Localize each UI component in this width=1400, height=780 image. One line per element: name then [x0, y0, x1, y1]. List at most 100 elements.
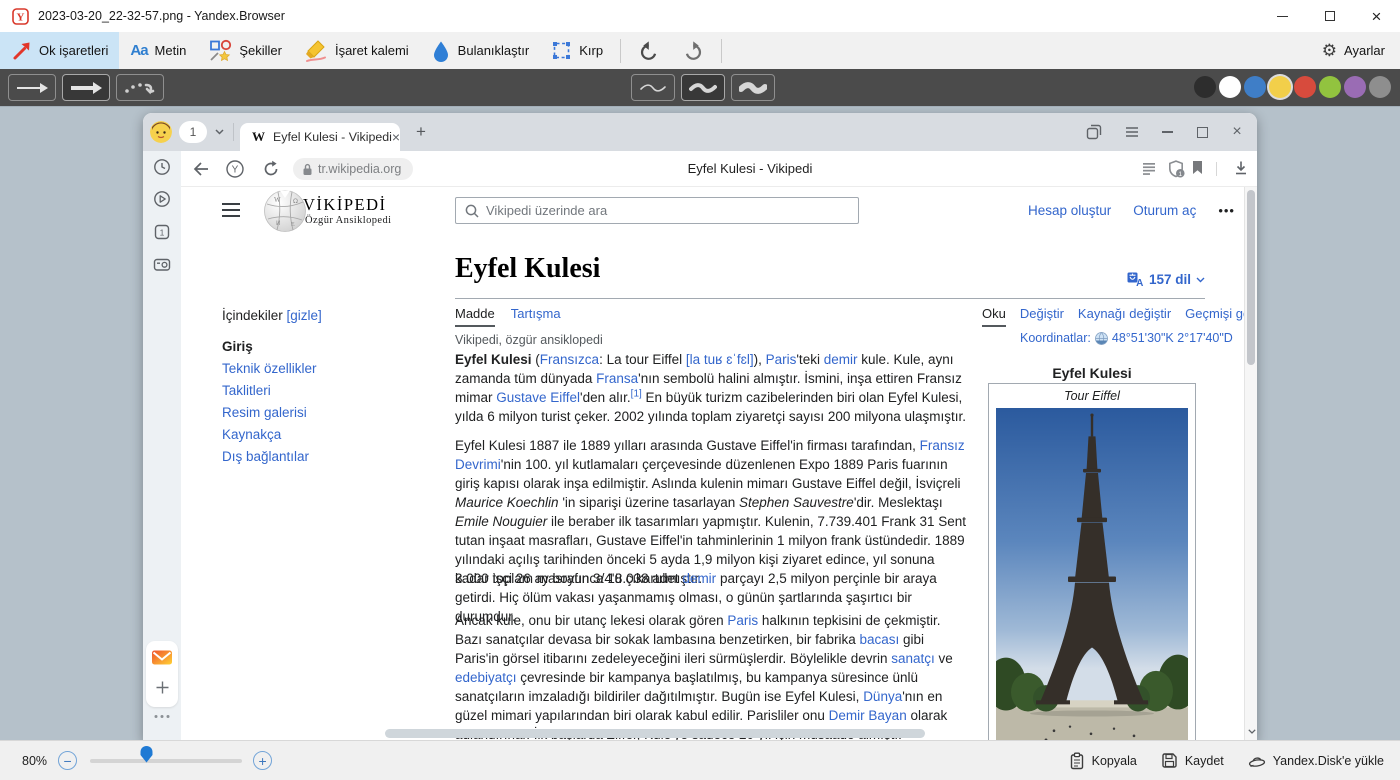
svg-text:Y: Y — [232, 165, 239, 176]
zoom-out-button[interactable]: − — [58, 751, 77, 770]
upload-to-disk-button[interactable]: Yandex.Disk'e yükle — [1248, 752, 1384, 770]
browser-menu-button[interactable] — [1122, 122, 1142, 142]
close-button[interactable]: × — [1353, 0, 1400, 32]
reload-button[interactable] — [262, 160, 280, 178]
shield-icon: 1 — [1167, 160, 1185, 178]
color-swatch-yellow[interactable] — [1269, 76, 1291, 98]
protect-shield-button[interactable]: 1 — [1167, 160, 1185, 178]
search-input[interactable] — [486, 203, 858, 218]
bookmark-icon — [1191, 160, 1204, 175]
line-weight-thin-button[interactable] — [631, 74, 675, 101]
color-swatch-white[interactable] — [1219, 76, 1241, 98]
clipboard-icon — [1069, 752, 1085, 770]
play-circle-icon — [153, 190, 171, 208]
active-tab[interactable]: W Eyfel Kulesi - Vikipedi × — [240, 123, 400, 151]
eiffel-tower-photo[interactable] — [996, 408, 1188, 740]
new-tab-button[interactable]: + — [411, 122, 431, 142]
sidebar-more-button[interactable] — [155, 715, 170, 718]
zoom-slider-handle[interactable] — [140, 746, 153, 763]
toc-item-kaynakca[interactable]: Kaynakça — [222, 424, 432, 446]
toc-item-giris[interactable]: Giriş — [222, 336, 432, 358]
zoom-in-button[interactable]: + — [253, 751, 272, 770]
color-swatch-purple[interactable] — [1344, 76, 1366, 98]
sign-in-link[interactable]: Oturum aç — [1133, 203, 1196, 218]
tab-talk[interactable]: Tartışma — [511, 306, 561, 327]
arrow-style-thick-button[interactable] — [62, 74, 110, 101]
undo-button[interactable] — [627, 32, 671, 69]
marker-tool-button[interactable]: İşaret kalemi — [293, 32, 420, 69]
maximize-icon — [1325, 11, 1335, 21]
redo-button[interactable] — [671, 32, 715, 69]
chevron-down-icon — [215, 129, 224, 135]
toc-item-dis-baglantilar[interactable]: Dış bağlantılar — [222, 446, 432, 468]
more-options-icon[interactable]: ••• — [1218, 203, 1235, 218]
url-field[interactable]: tr.wikipedia.org — [293, 158, 413, 180]
browser-close-button[interactable]: × — [1227, 122, 1247, 142]
arrows-tool-button[interactable]: Ok işaretleri — [0, 32, 119, 69]
shapes-tool-button[interactable]: Şekiller — [197, 32, 293, 69]
toc-item-resim-galerisi[interactable]: Resim galerisi — [222, 402, 432, 424]
color-swatch-gray[interactable] — [1369, 76, 1391, 98]
wikipedia-logo[interactable]: W Ω И E — [263, 189, 307, 233]
browser-maximize-button[interactable] — [1192, 122, 1212, 142]
toc-item-teknik-ozellikler[interactable]: Teknik özellikler — [222, 358, 432, 380]
crop-tool-button[interactable]: Kırp — [540, 32, 614, 69]
screenshot-tool-button[interactable] — [153, 255, 171, 273]
tab-counter[interactable]: 1 — [179, 121, 207, 143]
search-icon — [465, 204, 479, 218]
arrow-style-dotted-button[interactable] — [116, 74, 164, 101]
zoom-slider[interactable] — [90, 759, 242, 763]
tabs-panel-button[interactable]: 1 — [153, 223, 171, 241]
color-swatch-blue[interactable] — [1244, 76, 1266, 98]
yandex-mail-button[interactable] — [151, 649, 173, 667]
create-account-link[interactable]: Hesap oluştur — [1028, 203, 1111, 218]
color-swatch-black[interactable] — [1194, 76, 1216, 98]
blur-tool-button[interactable]: Bulanıklaştır — [420, 32, 541, 69]
canvas-horizontal-scrollbar[interactable] — [385, 729, 925, 738]
redo-icon — [682, 40, 704, 62]
toc-hide-link[interactable]: [gizle] — [287, 308, 322, 323]
settings-button[interactable]: ⚙ Ayarlar — [1322, 41, 1400, 61]
arrow-style-thin-button[interactable] — [8, 74, 56, 101]
side-panel-button[interactable] — [1084, 122, 1104, 142]
language-selector[interactable]: A 157 dil — [1127, 272, 1205, 287]
wikipedia-wordmark[interactable]: VİKİPEDİ — [303, 195, 387, 215]
editor-canvas[interactable]: 1 W Eyfel Kulesi - Vikipedi × + — [0, 106, 1400, 740]
tabbar-separator — [233, 123, 234, 141]
minimize-icon — [1277, 16, 1288, 17]
tab-edit[interactable]: Değiştir — [1020, 306, 1064, 327]
tab-article[interactable]: Madde — [455, 306, 495, 327]
download-button[interactable] — [1233, 160, 1251, 178]
back-button[interactable] — [192, 160, 210, 178]
text-tool-button[interactable]: Aa Metin — [119, 32, 197, 69]
svg-text:Ω: Ω — [293, 197, 298, 205]
browser-minimize-button[interactable] — [1157, 122, 1177, 142]
bookmark-button[interactable] — [1191, 160, 1209, 178]
wiki-menu-button[interactable] — [222, 203, 240, 217]
color-swatch-red[interactable] — [1294, 76, 1316, 98]
reader-mode-button[interactable] — [1141, 160, 1159, 178]
scroll-down-button[interactable] — [1245, 723, 1257, 739]
scrollbar-thumb[interactable] — [1247, 190, 1255, 365]
add-shortcut-button[interactable] — [153, 677, 171, 697]
line-weight-thick-button[interactable] — [731, 74, 775, 101]
history-button[interactable] — [153, 158, 171, 176]
page-scrollbar[interactable] — [1244, 187, 1257, 740]
tab-edit-source[interactable]: Kaynağı değiştir — [1078, 306, 1171, 327]
line-weight-medium-button[interactable] — [681, 74, 725, 101]
video-button[interactable] — [153, 190, 171, 208]
shapes-icon — [208, 39, 232, 63]
maximize-button[interactable] — [1306, 0, 1353, 32]
coordinates[interactable]: Koordinatlar: 48°51'30"K 2°17'40"D — [1020, 331, 1233, 345]
tab-close-icon[interactable]: × — [392, 130, 400, 144]
svg-text:E: E — [291, 222, 295, 228]
tab-read[interactable]: Oku — [982, 306, 1006, 327]
toc-item-taklitleri[interactable]: Taklitleri — [222, 380, 432, 402]
tab-list-chevron[interactable] — [209, 121, 229, 143]
copy-button[interactable]: Kopyala — [1069, 752, 1137, 770]
minimize-button[interactable] — [1259, 0, 1306, 32]
yandex-button[interactable]: Y — [226, 160, 244, 178]
color-swatch-green[interactable] — [1319, 76, 1341, 98]
save-button[interactable]: Kaydet — [1161, 752, 1224, 770]
wiki-search-box[interactable] — [455, 197, 859, 224]
